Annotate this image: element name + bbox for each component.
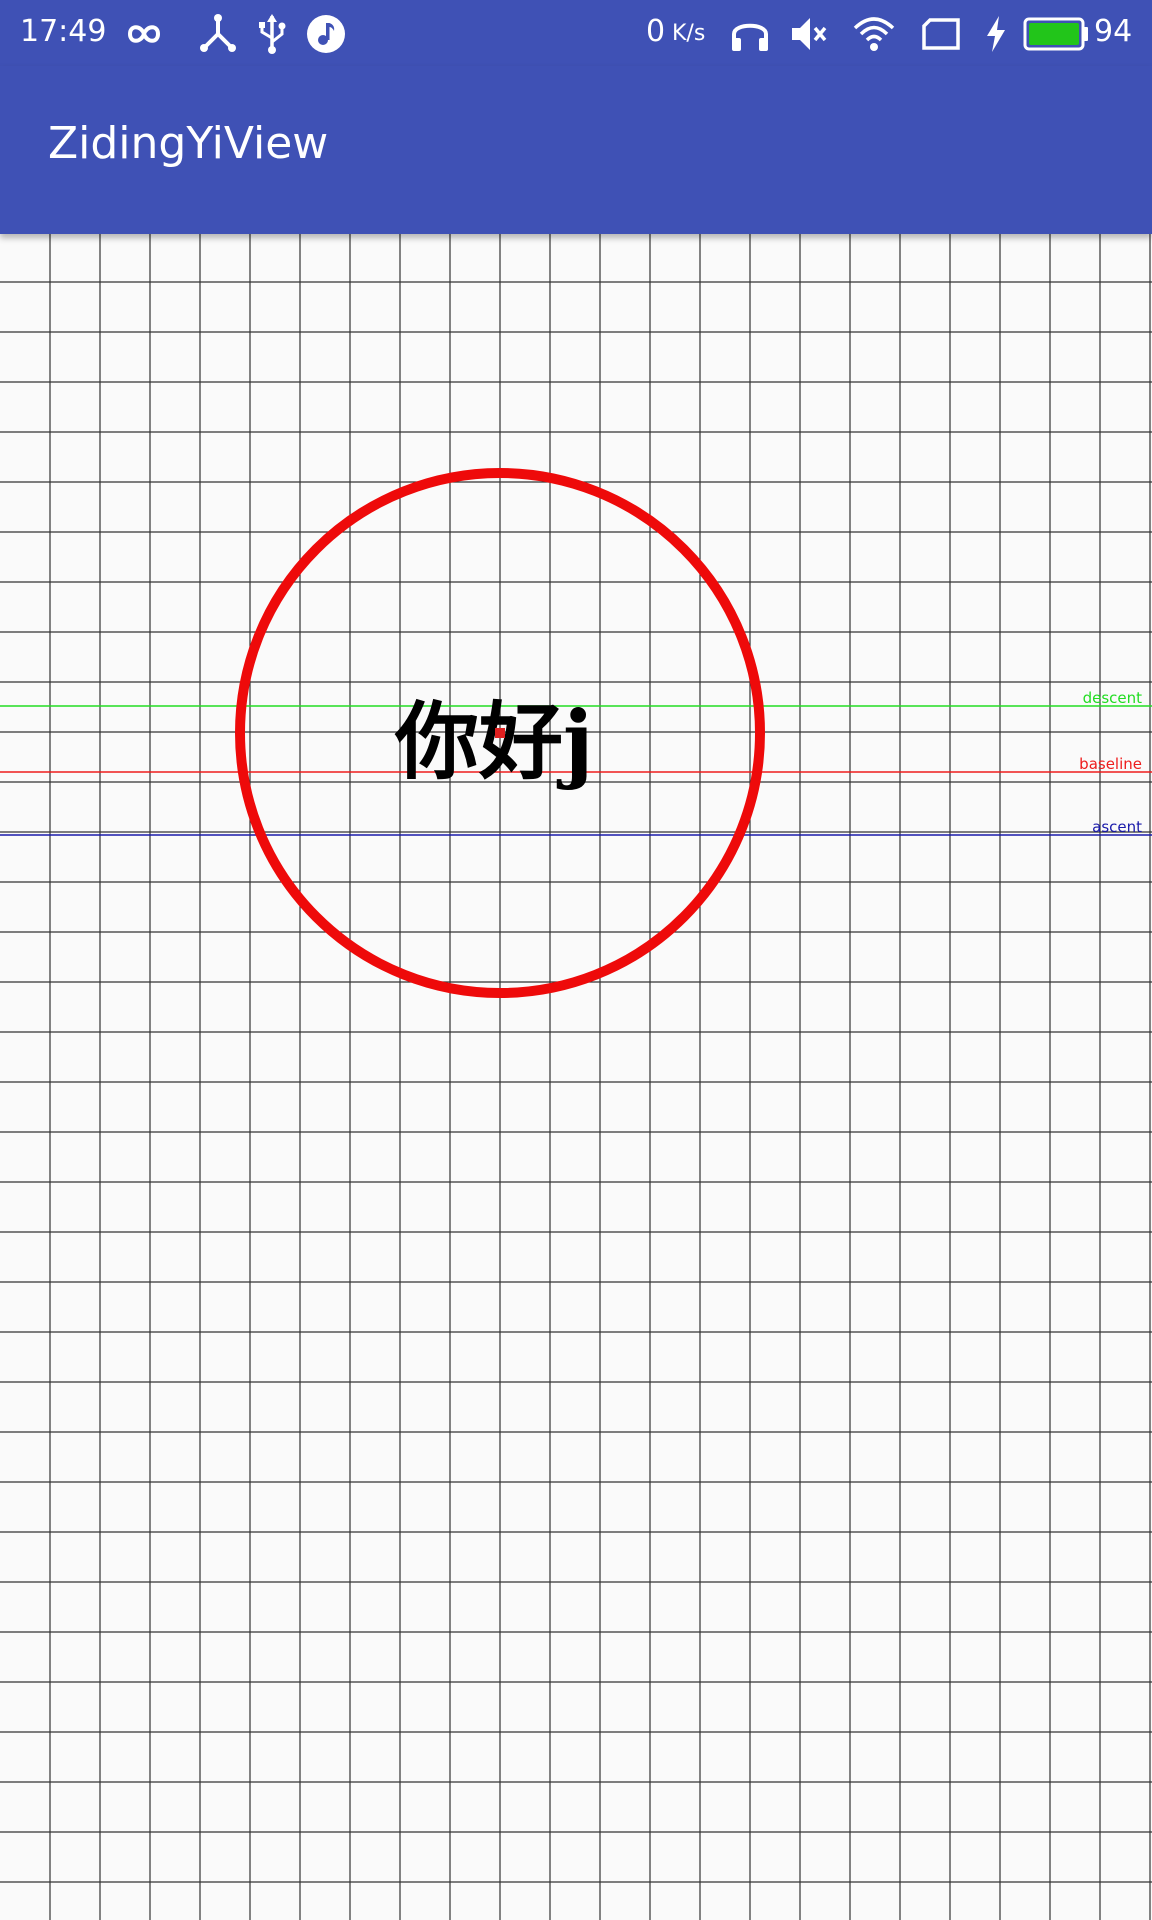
status-bar: 17:49 0 K/s 94 bbox=[0, 0, 1152, 66]
infinity-icon bbox=[127, 25, 161, 43]
sim-card-icon bbox=[922, 18, 960, 50]
toolbar: ZidingYiView bbox=[0, 66, 1152, 234]
music-note-icon bbox=[307, 15, 345, 53]
net-speed-unit: K/s bbox=[672, 21, 706, 46]
custom-drawing-view: descent baseline ascent 你好j bbox=[0, 234, 1152, 1920]
battery-fill bbox=[1029, 23, 1079, 45]
headphones-icon bbox=[732, 23, 768, 51]
ascent-label: ascent bbox=[1092, 818, 1142, 836]
baseline-label: baseline bbox=[1079, 755, 1142, 773]
usb-icon bbox=[259, 14, 286, 54]
app-title: ZidingYiView bbox=[48, 118, 329, 169]
descent-label: descent bbox=[1083, 689, 1143, 707]
app-screen: 17:49 0 K/s 94 ZidingYiView descent base… bbox=[0, 0, 1152, 1920]
volume-mute-icon bbox=[792, 18, 827, 50]
battery-icon bbox=[1023, 17, 1088, 51]
status-time: 17:49 bbox=[20, 14, 107, 49]
center-text: 你好j bbox=[394, 692, 593, 791]
center-dot bbox=[495, 728, 505, 738]
charging-bolt-icon bbox=[987, 16, 1005, 52]
net-speed-value: 0 bbox=[646, 14, 666, 49]
share-network-icon bbox=[200, 14, 236, 52]
battery-level: 94 bbox=[1094, 14, 1133, 49]
wifi-icon bbox=[853, 17, 895, 51]
